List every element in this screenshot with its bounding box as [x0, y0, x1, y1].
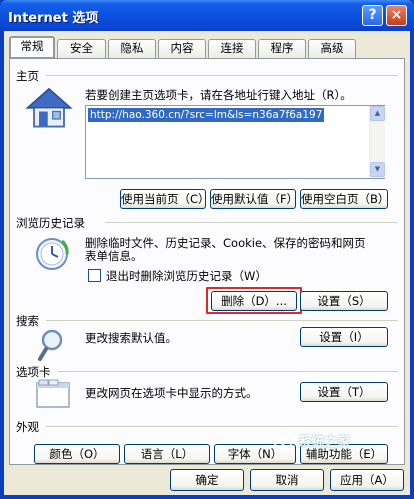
colors-button[interactable]: 颜色（O） — [34, 444, 120, 464]
watermark-logo-icon — [272, 429, 294, 451]
apply-button[interactable]: 应用（A） — [330, 469, 404, 491]
search-divider — [46, 320, 398, 321]
homepage-url-box[interactable]: http://hao.360.cn/?src=lm&ls=n36a7f6a197… — [85, 105, 385, 179]
ok-button[interactable]: 确定 — [170, 469, 244, 491]
tabbed-window-icon — [36, 379, 72, 409]
history-clock-icon — [34, 235, 72, 273]
delete-history-button[interactable]: 删除（D）... — [211, 291, 297, 311]
dialog-client: 常规 安全 隐私 内容 连接 程序 高级 主页 若要创建主页选项卡，请在各地址行… — [4, 31, 410, 495]
close-button[interactable]: × — [386, 5, 407, 26]
delete-history-on-exit-label[interactable]: 退出时删除浏览历史记录（W） — [106, 268, 267, 284]
title-bar[interactable]: Internet 选项 ? × — [0, 0, 414, 31]
homepage-scrollbar[interactable]: ▲ ▼ — [369, 106, 385, 178]
tab-privacy[interactable]: 隐私 — [108, 39, 156, 58]
use-default-button[interactable]: 使用默认值（F） — [210, 189, 298, 209]
tab-programs[interactable]: 程序 — [258, 39, 306, 58]
search-description: 更改搜索默认值。 — [85, 331, 177, 345]
homepage-divider — [46, 75, 398, 76]
use-current-page-button[interactable]: 使用当前页（C） — [120, 189, 210, 209]
tab-advanced[interactable]: 高级 — [308, 39, 356, 58]
history-section-title: 浏览历史记录 — [16, 216, 85, 230]
tab-content[interactable]: 内容 — [158, 39, 206, 58]
tab-connections[interactable]: 连接 — [208, 39, 256, 58]
tabs-divider — [58, 371, 398, 372]
history-settings-button[interactable]: 设置（S） — [300, 291, 388, 311]
appearance-divider — [46, 426, 398, 427]
tab-security[interactable]: 安全 — [57, 39, 106, 58]
search-section-title: 搜索 — [16, 314, 39, 328]
use-blank-button[interactable]: 使用空白页（B） — [300, 189, 389, 209]
tab-panel-general: 主页 若要创建主页选项卡，请在各地址行键入地址（R）。 http://hao.3… — [9, 58, 405, 465]
tabs-description: 更改网页在选项卡中显示的方式。 — [85, 386, 258, 400]
delete-history-on-exit-checkbox[interactable] — [88, 269, 101, 282]
search-settings-button[interactable]: 设置（I） — [300, 327, 388, 347]
history-divider — [105, 222, 398, 223]
tabs-settings-button[interactable]: 设置（T） — [300, 382, 388, 402]
tab-general[interactable]: 常规 — [9, 36, 55, 59]
scroll-up-icon[interactable]: ▲ — [370, 106, 385, 121]
scroll-down-icon[interactable]: ▼ — [370, 162, 385, 177]
window-title: Internet 选项 — [8, 11, 99, 26]
watermark-text: 系统之家 — [298, 435, 351, 450]
homepage-url-text[interactable]: http://hao.360.cn/?src=lm&ls=n36a7f6a197 — [88, 108, 325, 122]
help-button[interactable]: ? — [362, 5, 383, 26]
tabs-section-title: 选项卡 — [16, 365, 51, 379]
appearance-section-title: 外观 — [16, 420, 39, 434]
homepage-description: 若要创建主页选项卡，请在各地址行键入地址（R）。 — [85, 88, 352, 102]
magnifier-icon — [38, 328, 72, 362]
languages-button[interactable]: 语言（L） — [124, 444, 210, 464]
house-icon — [24, 84, 74, 134]
history-description-line2: 表单信息。 — [85, 249, 143, 263]
cancel-button[interactable]: 取消 — [250, 469, 324, 491]
homepage-section-title: 主页 — [16, 69, 39, 83]
